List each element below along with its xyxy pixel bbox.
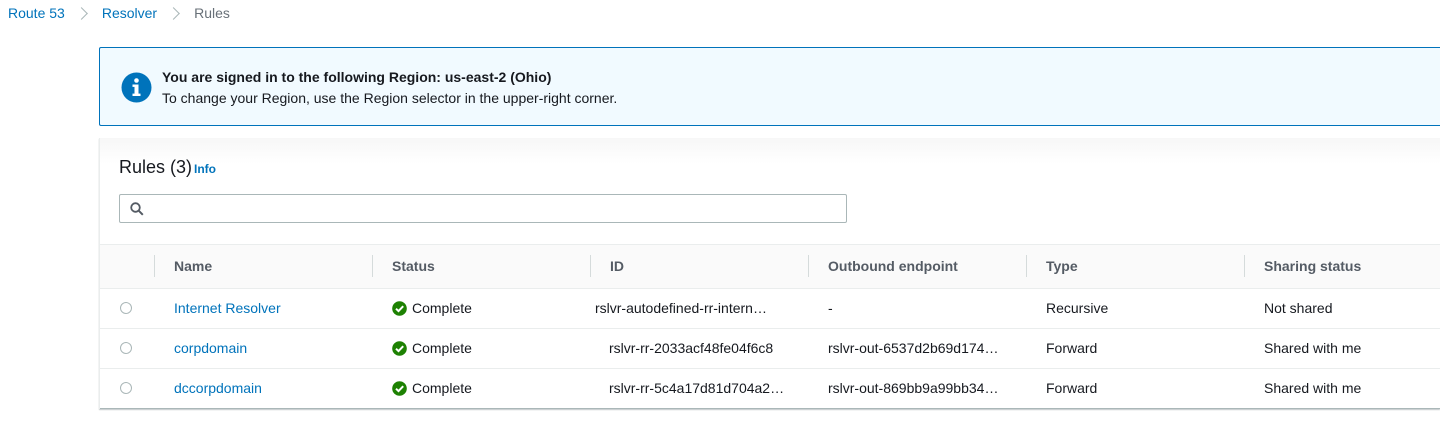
rule-name-link[interactable]: corpdomain [174,329,247,368]
outbound-endpoint: rslvr-out-869bb9a99bb34… [828,380,999,396]
check-circle-icon [392,341,407,356]
rule-name-link[interactable]: Internet Resolver [174,289,281,328]
rule-type: Recursive [1046,300,1109,316]
column-divider [808,255,809,277]
search-box[interactable] [119,194,847,223]
sharing-status: Not shared [1264,300,1333,316]
row-select-radio[interactable] [120,342,132,354]
chevron-right-icon [167,6,180,20]
breadcrumb-resolver[interactable]: Resolver [102,5,157,21]
rule-name[interactable]: Internet Resolver [174,300,281,316]
column-divider [1026,255,1027,277]
column-header-sharing-status[interactable]: Sharing status [1264,245,1361,288]
breadcrumb-route53[interactable]: Route 53 [8,5,65,21]
rule-name-link[interactable]: dccorpdomain [174,369,262,408]
outbound-endpoint: - [828,300,833,316]
rule-id: rslvr-autodefined-rr-intern… [595,300,767,316]
breadcrumb-rules: Rules [194,5,230,21]
chevron-right-icon [74,6,88,20]
table-row[interactable]: Internet Resolver Complete rslvr-autodef… [100,289,1440,329]
column-header-name[interactable]: Name [174,245,212,288]
banner-title: You are signed in to the following Regio… [162,69,552,85]
status-text: Complete [412,380,472,396]
banner-text: To change your Region, use the Region se… [162,90,618,106]
status-text: Complete [412,340,472,356]
column-divider [590,255,591,277]
rule-name[interactable]: corpdomain [174,340,247,356]
search-input[interactable] [150,195,840,222]
rule-id: rslvr-rr-2033acf48fe04f6c8 [609,340,774,356]
rules-panel: Rules (3) Info Name Status ID Outbound e… [99,138,1440,409]
row-select-radio[interactable] [120,302,132,314]
breadcrumb: Route 53 Resolver Rules [8,4,230,22]
status-cell: Complete [392,369,472,408]
column-header-id[interactable]: ID [610,245,624,288]
check-circle-icon [392,301,407,316]
info-link[interactable]: Info [194,162,216,176]
column-header-outbound-endpoint[interactable]: Outbound endpoint [828,245,958,288]
check-circle-icon [392,381,407,396]
table-row[interactable]: dccorpdomain Complete rslvr-rr-5c4a17d81… [100,369,1440,409]
column-divider [1244,255,1245,277]
rule-name[interactable]: dccorpdomain [174,380,262,396]
status-cell: Complete [392,329,472,368]
row-select-radio[interactable] [120,382,132,394]
column-header-status[interactable]: Status [392,245,435,288]
column-divider [154,255,155,277]
status-text: Complete [412,300,472,316]
region-info-banner: You are signed in to the following Regio… [99,47,1440,126]
sharing-status: Shared with me [1264,340,1362,356]
column-divider [372,255,373,277]
table-header: Name Status ID Outbound endpoint Type Sh… [100,244,1440,289]
rule-type: Forward [1046,380,1098,396]
info-icon [121,72,152,103]
search-icon [130,202,144,216]
rule-type: Forward [1046,340,1098,356]
table-row[interactable]: corpdomain Complete rslvr-rr-2033acf48fe… [100,329,1440,369]
rules-title: Rules (3) [119,157,193,177]
status-cell: Complete [392,289,472,328]
sharing-status: Shared with me [1264,380,1362,396]
rule-id: rslvr-rr-5c4a17d81d704a2… [609,380,785,396]
column-header-type[interactable]: Type [1046,245,1078,288]
outbound-endpoint: rslvr-out-6537d2b69d174… [828,340,999,356]
